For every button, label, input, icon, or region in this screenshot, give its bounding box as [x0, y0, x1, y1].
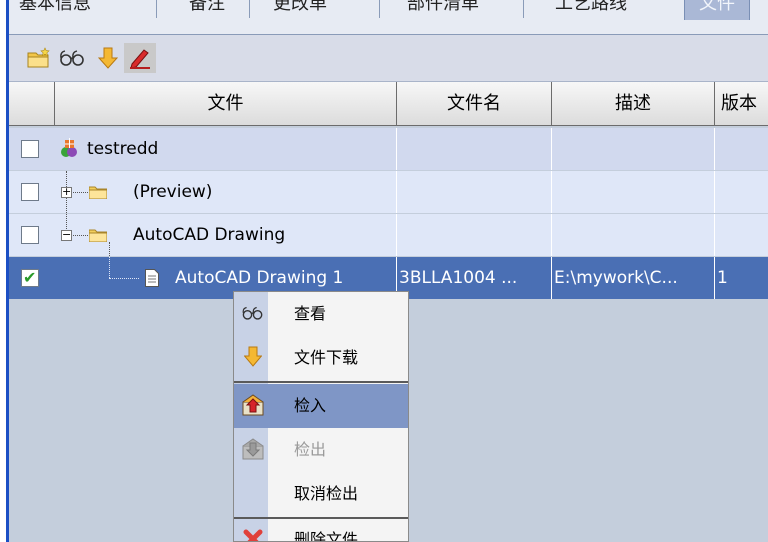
tab-separator: [523, 0, 524, 18]
menu-separator: [234, 381, 408, 383]
table-row[interactable]: − AutoCAD Drawing: [9, 214, 768, 256]
checkin-icon: [242, 394, 264, 416]
menu-item-label: 查看: [294, 304, 327, 323]
download-arrow-icon: [98, 47, 118, 69]
menu-item-cancel-checkout[interactable]: 取消检出: [234, 472, 408, 516]
window-left-edge: [0, 0, 9, 542]
description-cell: [552, 128, 715, 170]
header-file-name[interactable]: 文件名: [397, 82, 552, 126]
version-cell: [715, 171, 768, 213]
header-file[interactable]: 文件: [55, 82, 397, 126]
menu-item-delete-file[interactable]: 删除文件: [234, 520, 408, 542]
file-name-cell: [397, 214, 552, 256]
delete-x-icon: [242, 528, 264, 541]
tab-strip: 基本信息 备注 更改单 部件清单 工艺路线 文件: [9, 0, 768, 35]
new-folder-icon: [27, 47, 50, 68]
row-checkbox[interactable]: [21, 140, 39, 158]
download-arrow-icon: [242, 346, 264, 368]
download-button[interactable]: [92, 43, 124, 73]
project-icon: [61, 138, 77, 157]
tab-basic-info[interactable]: 基本信息: [19, 0, 91, 20]
menu-item-checkin[interactable]: 检入: [234, 384, 408, 428]
menu-separator: [234, 517, 408, 519]
checkout-icon: [242, 438, 264, 460]
view-button[interactable]: [56, 43, 88, 73]
row-checkbox[interactable]: [21, 183, 39, 201]
header-checkbox-column: [9, 82, 55, 126]
row-checkbox-checked[interactable]: [21, 264, 39, 292]
file-cell: testredd: [55, 128, 397, 170]
version-cell: [715, 214, 768, 256]
file-name-cell: 3BLLA1004 ...: [397, 257, 552, 299]
menu-item-download[interactable]: 文件下载: [234, 336, 408, 380]
version-cell: [715, 128, 768, 170]
view-glasses-icon: [242, 302, 264, 324]
edit-pen-icon: [130, 49, 150, 69]
tab-parts-list[interactable]: 部件清单: [407, 0, 479, 20]
menu-item-label: 文件下载: [294, 348, 359, 367]
tab-files[interactable]: 文件: [684, 0, 750, 20]
new-folder-button[interactable]: [23, 43, 55, 73]
menu-item-label: 检出: [294, 440, 327, 459]
file-name-cell: [397, 128, 552, 170]
menu-item-label: 取消检出: [294, 484, 359, 503]
edit-button[interactable]: [124, 43, 156, 73]
header-description[interactable]: 描述: [552, 82, 715, 126]
file-label: testredd: [87, 139, 159, 159]
context-menu: 查看 文件下载 检入 检出 取消检出 删除文件: [233, 291, 409, 542]
version-cell: 1: [717, 268, 728, 288]
description-cell: E:\mywork\C...: [552, 257, 715, 299]
table-row[interactable]: testredd: [9, 128, 768, 170]
menu-item-label: 检入: [294, 396, 327, 415]
tab-separator: [249, 0, 250, 18]
tab-separator: [156, 0, 157, 18]
description-cell: [552, 171, 715, 213]
description-cell: [552, 214, 715, 256]
tab-remarks[interactable]: 备注: [189, 0, 225, 20]
menu-item-view[interactable]: 查看: [234, 292, 408, 336]
file-cell: AutoCAD Drawing: [55, 214, 397, 256]
menu-item-label: 删除文件: [294, 530, 359, 542]
table-row[interactable]: + (Preview): [9, 171, 768, 213]
file-name-cell: [397, 171, 552, 213]
view-glasses-icon: [60, 50, 84, 66]
tab-process-route[interactable]: 工艺路线: [555, 0, 627, 20]
row-checkbox[interactable]: [21, 226, 39, 244]
toolbar: [9, 35, 768, 82]
header-version[interactable]: 版本: [715, 82, 768, 126]
file-cell: (Preview): [55, 171, 397, 213]
tab-separator: [379, 0, 380, 18]
menu-item-checkout[interactable]: 检出: [234, 428, 408, 472]
tab-change-order[interactable]: 更改单: [273, 0, 327, 20]
